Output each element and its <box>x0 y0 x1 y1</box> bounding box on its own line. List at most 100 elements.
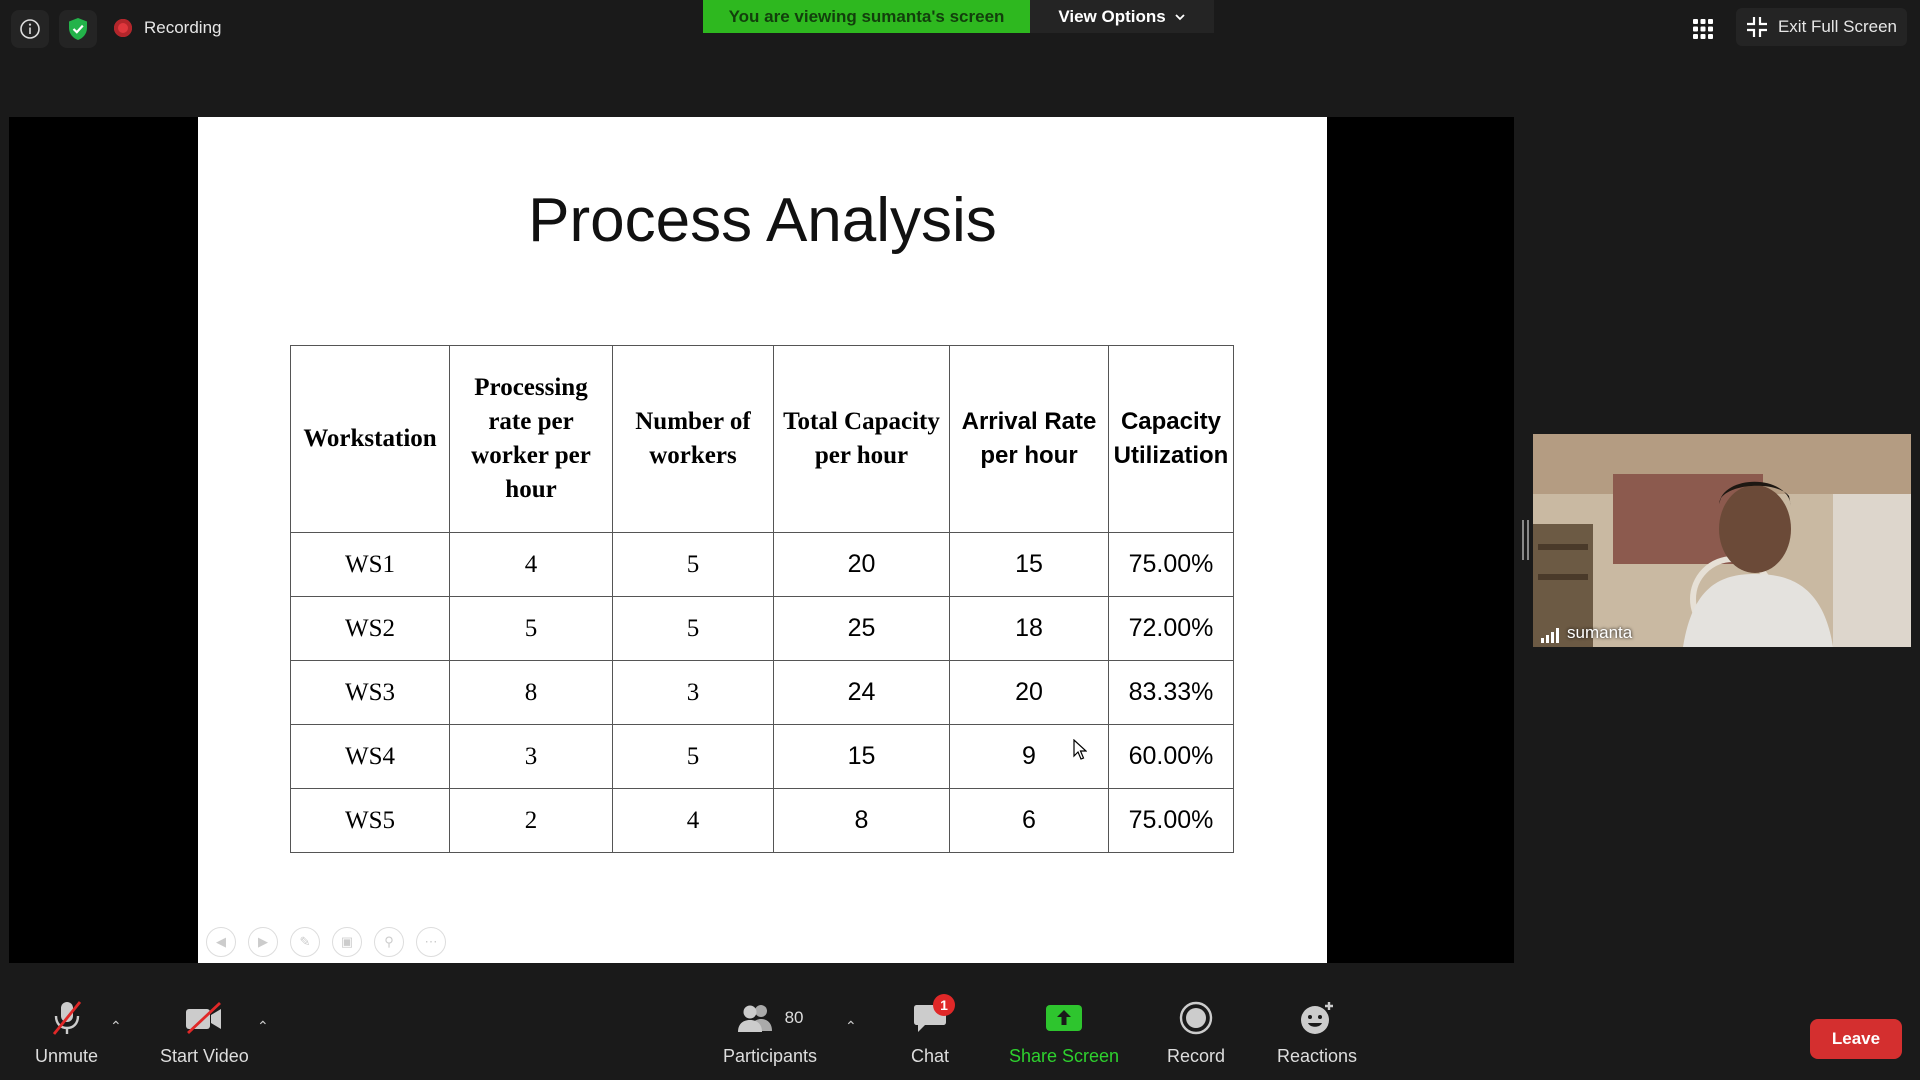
pen-icon[interactable]: ✎ <box>290 927 320 957</box>
table-cell: WS2 <box>290 596 450 661</box>
panel-resize-handle[interactable] <box>1522 520 1530 560</box>
table-cell: 5 <box>612 724 774 789</box>
chat-unread-badge: 1 <box>933 994 956 1016</box>
table-row: WS5 2 4 8 6 75.00% <box>290 788 1234 853</box>
reactions-label: Reactions <box>1277 1046 1358 1066</box>
table-cell: 3 <box>612 660 774 725</box>
record-icon <box>1179 998 1213 1038</box>
reactions-button[interactable]: Reactions <box>1277 998 1357 1067</box>
table-cell: 5 <box>449 596 613 661</box>
column-header: Capacity Utilization <box>1108 345 1234 533</box>
participant-video-feed <box>1533 434 1911 647</box>
participants-label: Participants <box>723 1046 818 1066</box>
presentation-slide: Process Analysis Workstation Processing … <box>198 117 1327 963</box>
security-shield-icon[interactable] <box>59 10 97 48</box>
table-cell: 20 <box>773 532 950 597</box>
table-cell: 5 <box>612 532 774 597</box>
column-header: Total Capacity per hour <box>773 345 950 533</box>
column-header: Number of workers <box>612 345 774 533</box>
table-cell: 8 <box>773 788 950 853</box>
exit-fullscreen-label: Exit Full Screen <box>1777 17 1898 36</box>
view-options-button[interactable]: View Options <box>1030 0 1214 33</box>
participants-icon <box>737 1005 772 1032</box>
table-cell: 15 <box>773 724 950 789</box>
chat-icon-wrap: 1 <box>913 994 956 1038</box>
viewing-banner: You are viewing sumanta's screen <box>703 0 1030 33</box>
reactions-smiley-icon <box>1299 998 1335 1038</box>
slides-grid-icon[interactable]: ▣ <box>332 927 362 957</box>
recording-indicator[interactable]: Recording <box>114 18 222 38</box>
record-button[interactable]: Record <box>1167 998 1225 1067</box>
column-header: Arrival Rate per hour <box>949 345 1109 533</box>
process-analysis-table: Workstation Processing rate per worker p… <box>290 345 1234 853</box>
more-options-icon[interactable]: ⋯ <box>416 927 446 957</box>
next-slide-icon[interactable]: ▶ <box>248 927 278 957</box>
table-cell: 75.00% <box>1108 788 1234 853</box>
table-row: WS2 5 5 25 18 72.00% <box>290 596 1234 661</box>
share-screen-label: Share Screen <box>1009 1046 1120 1066</box>
column-header: Processing rate per worker per hour <box>449 345 613 533</box>
signal-strength-icon <box>1541 627 1559 643</box>
table-cell: 20 <box>949 660 1109 725</box>
table-header-row: Workstation Processing rate per worker p… <box>290 345 1234 533</box>
table-cell: 75.00% <box>1108 532 1234 597</box>
mouse-cursor-icon <box>1073 739 1087 760</box>
share-screen-button[interactable]: Share Screen <box>1009 998 1119 1067</box>
gallery-view-grid-icon[interactable] <box>1686 12 1720 46</box>
table-row: WS4 3 5 15 9 60.00% <box>290 724 1234 789</box>
table-cell: 5 <box>612 596 774 661</box>
exit-fullscreen-icon <box>1746 17 1767 37</box>
top-bar: Recording You are viewing sumanta's scre… <box>0 0 1920 60</box>
unmute-button[interactable]: Unmute <box>35 998 98 1067</box>
microphone-muted-icon <box>49 998 85 1038</box>
table-cell: WS5 <box>290 788 450 853</box>
participant-name-label: sumanta <box>1541 623 1632 643</box>
column-header: Workstation <box>290 345 450 533</box>
meeting-toolbar: Unmute ⌃ Start Video ⌃ 80 Participants ⌃ <box>0 980 1920 1080</box>
participants-icon-group: 80 <box>737 998 804 1038</box>
participants-options-chevron-icon[interactable]: ⌃ <box>845 1018 857 1035</box>
table-cell: 15 <box>949 532 1109 597</box>
previous-slide-icon[interactable]: ◀ <box>206 927 236 957</box>
table-cell: 83.33% <box>1108 660 1234 725</box>
table-cell: WS1 <box>290 532 450 597</box>
chevron-down-icon <box>1175 13 1185 20</box>
table-cell: 18 <box>949 596 1109 661</box>
table-cell: 25 <box>773 596 950 661</box>
video-options-chevron-icon[interactable]: ⌃ <box>257 1018 269 1035</box>
table-cell: 6 <box>949 788 1109 853</box>
zoom-icon[interactable]: ⚲ <box>374 927 404 957</box>
start-video-label: Start Video <box>160 1046 249 1066</box>
share-screen-icon <box>1045 998 1083 1038</box>
recording-label: Recording <box>144 18 222 37</box>
info-icon[interactable] <box>11 10 49 48</box>
participants-count: 80 <box>784 1008 804 1027</box>
table-cell: 72.00% <box>1108 596 1234 661</box>
audio-options-chevron-icon[interactable]: ⌃ <box>110 1018 122 1035</box>
table-cell: WS3 <box>290 660 450 725</box>
table-cell: WS4 <box>290 724 450 789</box>
recording-dot-icon <box>114 19 132 37</box>
table-cell: 4 <box>612 788 774 853</box>
table-cell: 60.00% <box>1108 724 1234 789</box>
participants-button[interactable]: 80 Participants <box>723 998 817 1067</box>
table-row: WS1 4 5 20 15 75.00% <box>290 532 1234 597</box>
slideshow-controls: ◀ ▶ ✎ ▣ ⚲ ⋯ <box>206 927 446 957</box>
table-cell: 24 <box>773 660 950 725</box>
chat-label: Chat <box>911 1046 950 1066</box>
participant-name: sumanta <box>1567 623 1633 642</box>
unmute-label: Unmute <box>35 1046 99 1066</box>
view-options-label: View Options <box>1058 6 1166 26</box>
start-video-button[interactable]: Start Video <box>160 998 249 1067</box>
video-camera-off-icon <box>184 998 224 1038</box>
exit-fullscreen-button[interactable]: Exit Full Screen <box>1736 8 1907 46</box>
table-cell: 2 <box>449 788 613 853</box>
table-cell: 3 <box>449 724 613 789</box>
leave-button[interactable]: Leave <box>1810 1019 1902 1059</box>
table-row: WS3 8 3 24 20 83.33% <box>290 660 1234 725</box>
table-cell: 4 <box>449 532 613 597</box>
slide-title: Process Analysis <box>528 186 997 255</box>
record-label: Record <box>1167 1046 1226 1066</box>
chat-button[interactable]: 1 Chat <box>911 994 956 1067</box>
participant-video-tile[interactable]: sumanta <box>1533 434 1911 647</box>
